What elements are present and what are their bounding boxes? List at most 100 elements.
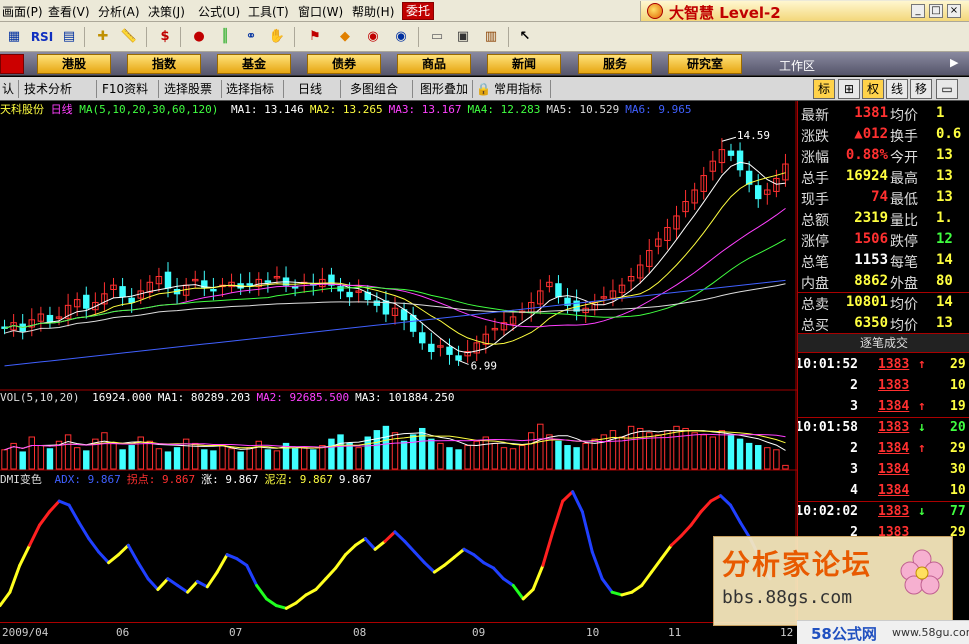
quote-value: 1381 bbox=[854, 105, 888, 121]
ma-value: MA5: 10.529 bbox=[546, 103, 620, 116]
trade-row: 2 1383 10 bbox=[798, 376, 969, 397]
volume-bar bbox=[382, 425, 390, 470]
crosshair-icon[interactable]: ✚ bbox=[92, 26, 114, 48]
nav-fund[interactable]: 基金 bbox=[217, 54, 291, 74]
kline-chart[interactable]: 14.59 6.99 bbox=[0, 101, 797, 622]
menu-formula[interactable]: 公式(U) bbox=[198, 3, 240, 20]
window-icon[interactable]: ▣ bbox=[452, 26, 474, 48]
trade-price: 1383 bbox=[878, 357, 910, 372]
tab-rights[interactable]: 权 bbox=[862, 79, 884, 99]
volume-bar bbox=[219, 445, 226, 470]
trade-volume: 10 bbox=[950, 378, 966, 393]
tab-grid[interactable]: ⊞ bbox=[838, 79, 860, 99]
lock-icon[interactable]: 🔒 bbox=[476, 80, 491, 98]
red-stamp-icon[interactable]: ◉ bbox=[362, 26, 384, 48]
dmi-segment bbox=[0, 590, 12, 608]
quote-value: 13 bbox=[936, 315, 953, 331]
sub-common-indicator[interactable]: 常用指标 bbox=[494, 80, 542, 98]
traffic-light-icon[interactable]: ● bbox=[188, 26, 210, 48]
ruler-icon[interactable]: 📏 bbox=[118, 26, 140, 48]
quote-label: 量比 bbox=[890, 213, 918, 229]
printer-icon[interactable]: ▭ bbox=[426, 26, 448, 48]
books-icon[interactable]: ▥ bbox=[480, 26, 502, 48]
tab-line[interactable]: 线 bbox=[886, 79, 908, 99]
sub-multi-chart[interactable]: 多图组合 bbox=[350, 80, 398, 98]
corner-badge: 58公式网 www.58gu.com bbox=[797, 620, 969, 644]
dmi-segment bbox=[77, 521, 91, 541]
menu-view[interactable]: 查看(V) bbox=[48, 3, 90, 20]
nav-commodity[interactable]: 商品 bbox=[397, 54, 471, 74]
chevron-right-icon[interactable]: ▶ bbox=[950, 56, 958, 69]
nav-news[interactable]: 新闻 bbox=[487, 54, 561, 74]
menu-screen[interactable]: 画面(P) bbox=[2, 3, 43, 20]
quote-screen-icon[interactable]: ▦ bbox=[3, 26, 25, 48]
trade-price: 1383 bbox=[878, 420, 910, 435]
tab-move[interactable]: 移 bbox=[910, 79, 932, 99]
sub-daily[interactable]: 日线 bbox=[298, 80, 322, 98]
nav-research[interactable]: 研究室 bbox=[668, 54, 742, 74]
menu-decision[interactable]: 决策(J) bbox=[148, 3, 185, 20]
dollar-icon[interactable]: $ bbox=[154, 26, 176, 48]
volume-bar bbox=[491, 442, 499, 470]
volume-bar bbox=[83, 450, 90, 470]
menu-tools[interactable]: 工具(T) bbox=[248, 3, 289, 20]
sub-separator bbox=[550, 80, 551, 98]
alert-icon[interactable]: ⚑ bbox=[304, 26, 326, 48]
nav-service[interactable]: 服务 bbox=[578, 54, 652, 74]
dmi-segment bbox=[87, 537, 101, 554]
volume-bar bbox=[682, 427, 689, 470]
sub-overlay[interactable]: 图形叠加 bbox=[420, 80, 468, 98]
dmi-segment bbox=[156, 577, 170, 591]
sub-separator bbox=[472, 80, 473, 98]
diamond-icon[interactable]: ◆ bbox=[334, 26, 356, 48]
quote-label: 最新 bbox=[801, 108, 829, 124]
chart-area[interactable]: 14.59 6.99 天科股份 日线 MA(5,10,20,30,60,120) … bbox=[0, 101, 797, 622]
maximize-icon[interactable]: □ bbox=[929, 4, 943, 18]
badge-url: www.58gu.com bbox=[892, 626, 969, 639]
sub-select-stock[interactable]: 选择股票 bbox=[164, 80, 212, 98]
bars-icon[interactable]: ║ bbox=[214, 26, 236, 48]
brand-banner: 大智慧 Level-2 _ □ × bbox=[640, 1, 969, 22]
help-pointer-icon[interactable]: ↖ bbox=[514, 26, 536, 48]
quote-value: 1 bbox=[936, 105, 945, 121]
sub-select-indicator[interactable]: 选择指标 bbox=[226, 80, 274, 98]
quote-value: 80 bbox=[936, 273, 953, 289]
dmi-segment bbox=[334, 553, 347, 570]
menu-entrust[interactable]: 委托 bbox=[402, 2, 435, 20]
volume-bar bbox=[355, 447, 362, 470]
menu-help[interactable]: 帮助(H) bbox=[352, 3, 394, 20]
quote-label: 均价 bbox=[890, 318, 918, 334]
binoculars-icon[interactable]: ⚭ bbox=[240, 26, 262, 48]
sub-confirm[interactable]: 认 bbox=[2, 80, 14, 98]
dmi-segment bbox=[166, 577, 180, 587]
table-icon[interactable]: ▤ bbox=[58, 26, 80, 48]
ma-value: MA2: 13.265 bbox=[309, 103, 383, 116]
nav-index[interactable]: 指数 bbox=[127, 54, 201, 74]
nav-red-button[interactable] bbox=[0, 54, 24, 74]
close-icon[interactable]: × bbox=[947, 4, 961, 18]
tab-quote[interactable]: 标 bbox=[813, 79, 835, 99]
window-icon[interactable]: ▭ bbox=[936, 79, 958, 99]
quote-row: 总卖 10801 均价 14 bbox=[798, 292, 969, 313]
sub-tech-analysis[interactable]: 技术分析 bbox=[24, 80, 72, 98]
trade-volume: 29 bbox=[950, 357, 966, 372]
dmi-segment bbox=[600, 577, 614, 594]
vol-params: VOL(5,10,20) bbox=[0, 391, 80, 404]
volume-bar bbox=[437, 442, 444, 470]
dmi-segment bbox=[640, 570, 653, 587]
sub-f10[interactable]: F10资料 bbox=[102, 80, 148, 98]
quote-row: 涨幅 0.88% 今开 13 bbox=[798, 145, 969, 166]
menu-analysis[interactable]: 分析(A) bbox=[98, 3, 140, 20]
dmi-value: 泥沼: 9.867 bbox=[264, 473, 333, 486]
hand-icon[interactable]: ✋ bbox=[266, 26, 288, 48]
menu-window[interactable]: 窗口(W) bbox=[298, 3, 343, 20]
nav-hk-stocks[interactable]: 港股 bbox=[37, 54, 111, 74]
quote-row: 最新 1381 均价 1 bbox=[798, 103, 969, 124]
volume-bar bbox=[773, 449, 780, 470]
rsi-button[interactable]: RSI bbox=[28, 26, 56, 48]
nav-bond[interactable]: 债券 bbox=[307, 54, 381, 74]
blue-stamp-icon[interactable]: ◉ bbox=[390, 26, 412, 48]
workzone-label[interactable]: 工作区 bbox=[779, 57, 815, 74]
minimize-icon[interactable]: _ bbox=[911, 4, 925, 18]
dmi-segment bbox=[353, 537, 367, 547]
